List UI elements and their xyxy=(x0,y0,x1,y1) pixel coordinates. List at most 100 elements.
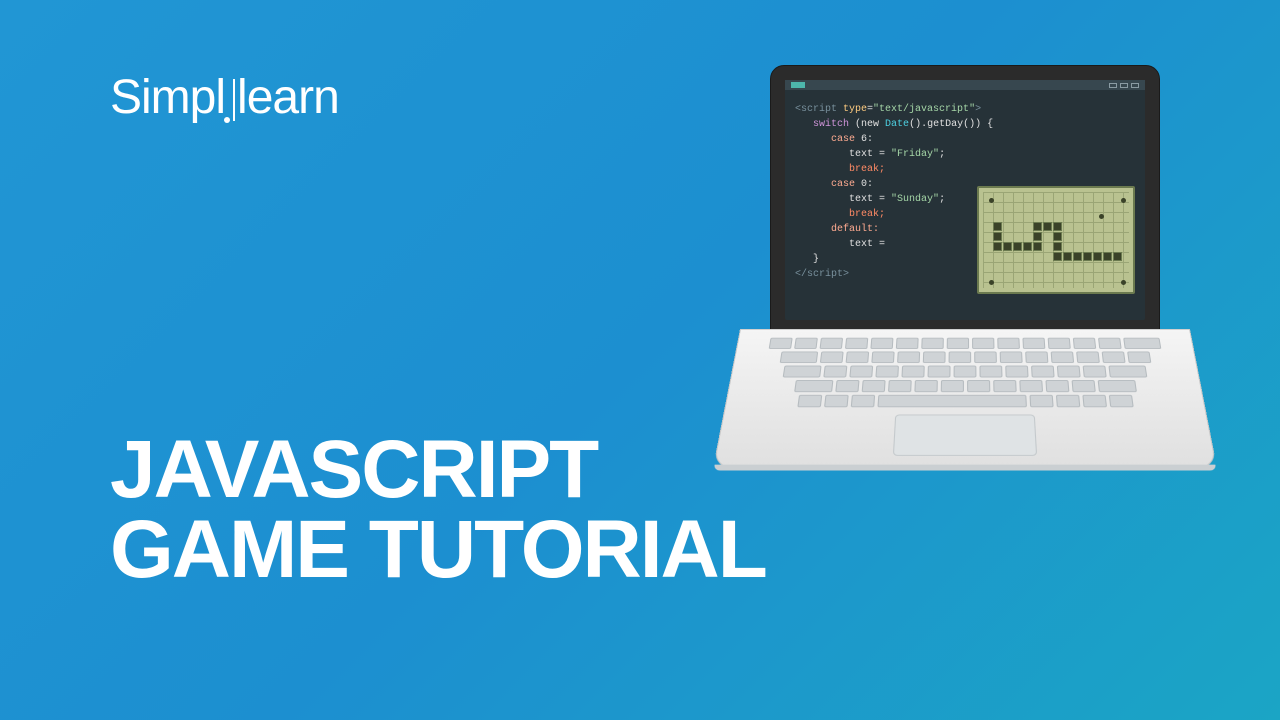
key xyxy=(769,338,793,349)
key xyxy=(823,366,847,378)
key xyxy=(820,338,844,349)
close-icon xyxy=(1131,83,1139,88)
key xyxy=(1073,338,1096,349)
keyboard xyxy=(749,338,1180,408)
key xyxy=(1031,366,1055,378)
key xyxy=(1098,338,1122,349)
snake-segment xyxy=(1093,252,1102,261)
key xyxy=(993,380,1016,392)
key xyxy=(972,338,994,349)
key xyxy=(845,351,869,363)
key xyxy=(875,366,899,378)
snake-segment xyxy=(993,222,1002,231)
key xyxy=(896,338,919,349)
snake-segment xyxy=(1053,222,1062,231)
laptop-illustration: <script type="text/javascript"> switch (… xyxy=(740,65,1190,487)
snake-segment xyxy=(1043,222,1052,231)
active-tab-icon xyxy=(791,82,805,88)
key xyxy=(779,351,818,363)
key xyxy=(948,351,971,363)
key xyxy=(823,395,848,407)
snake-segment xyxy=(1053,252,1062,261)
snake-segment xyxy=(1103,252,1112,261)
key xyxy=(1050,351,1073,363)
key-row xyxy=(794,380,1137,392)
trackpad xyxy=(893,414,1037,455)
key xyxy=(783,366,822,378)
minimize-icon xyxy=(1109,83,1117,88)
key xyxy=(1123,338,1161,349)
key xyxy=(921,338,944,349)
key xyxy=(914,380,937,392)
editor-titlebar xyxy=(785,80,1145,90)
key xyxy=(954,366,977,378)
key-row xyxy=(797,395,1133,407)
key xyxy=(1057,366,1081,378)
key xyxy=(861,380,885,392)
key-row xyxy=(769,338,1162,349)
key-row xyxy=(779,351,1151,363)
key xyxy=(979,366,1002,378)
key-row xyxy=(783,366,1148,378)
key xyxy=(1071,380,1095,392)
key xyxy=(1097,380,1136,392)
key xyxy=(794,338,818,349)
laptop-screen-frame: <script type="text/javascript"> switch (… xyxy=(770,65,1160,331)
key xyxy=(1127,351,1151,363)
key xyxy=(997,338,1020,349)
key xyxy=(1025,351,1048,363)
food-dot xyxy=(1121,198,1126,203)
key xyxy=(922,351,945,363)
key xyxy=(1029,395,1053,407)
key xyxy=(999,351,1022,363)
key xyxy=(835,380,859,392)
headline-line-2: GAME TUTORIAL xyxy=(110,510,766,590)
snake-segment xyxy=(1023,242,1032,251)
simplilearn-logo: Simpllearn xyxy=(110,70,339,125)
key xyxy=(940,380,963,392)
key xyxy=(849,366,873,378)
key xyxy=(794,380,833,392)
key xyxy=(1022,338,1045,349)
key xyxy=(845,338,868,349)
key xyxy=(1108,366,1147,378)
key xyxy=(967,380,990,392)
key xyxy=(1045,380,1069,392)
snake-segment xyxy=(993,232,1002,241)
snake-segment xyxy=(1033,232,1042,241)
headline: JAVASCRIPT GAME TUTORIAL xyxy=(110,430,766,591)
logo-divider-icon xyxy=(233,79,235,121)
logo-part1: Simpl xyxy=(110,70,225,125)
maximize-icon xyxy=(1120,83,1128,88)
key xyxy=(1048,338,1071,349)
key xyxy=(1101,351,1125,363)
key xyxy=(1076,351,1100,363)
key xyxy=(1083,366,1107,378)
key xyxy=(947,338,969,349)
food-dot xyxy=(1121,280,1126,285)
snake-segment xyxy=(1053,232,1062,241)
snake-segment xyxy=(1063,252,1072,261)
logo-dot-icon xyxy=(224,117,230,123)
snake-segment xyxy=(1033,242,1042,251)
snake-segment xyxy=(1003,242,1012,251)
laptop-base xyxy=(713,329,1218,469)
food-dot xyxy=(989,280,994,285)
snake-game-preview xyxy=(977,186,1135,294)
key xyxy=(1005,366,1028,378)
food-dot xyxy=(989,198,994,203)
key xyxy=(1108,395,1133,407)
key xyxy=(927,366,950,378)
snake-segment xyxy=(1053,242,1062,251)
snake-segment xyxy=(1033,222,1042,231)
key xyxy=(797,395,822,407)
snake-segment xyxy=(1013,242,1022,251)
snake-segment xyxy=(1113,252,1122,261)
food-dot xyxy=(1099,214,1104,219)
key xyxy=(871,351,894,363)
headline-line-1: JAVASCRIPT xyxy=(110,430,766,510)
key xyxy=(870,338,893,349)
key xyxy=(819,351,843,363)
key xyxy=(901,366,924,378)
key xyxy=(887,380,911,392)
